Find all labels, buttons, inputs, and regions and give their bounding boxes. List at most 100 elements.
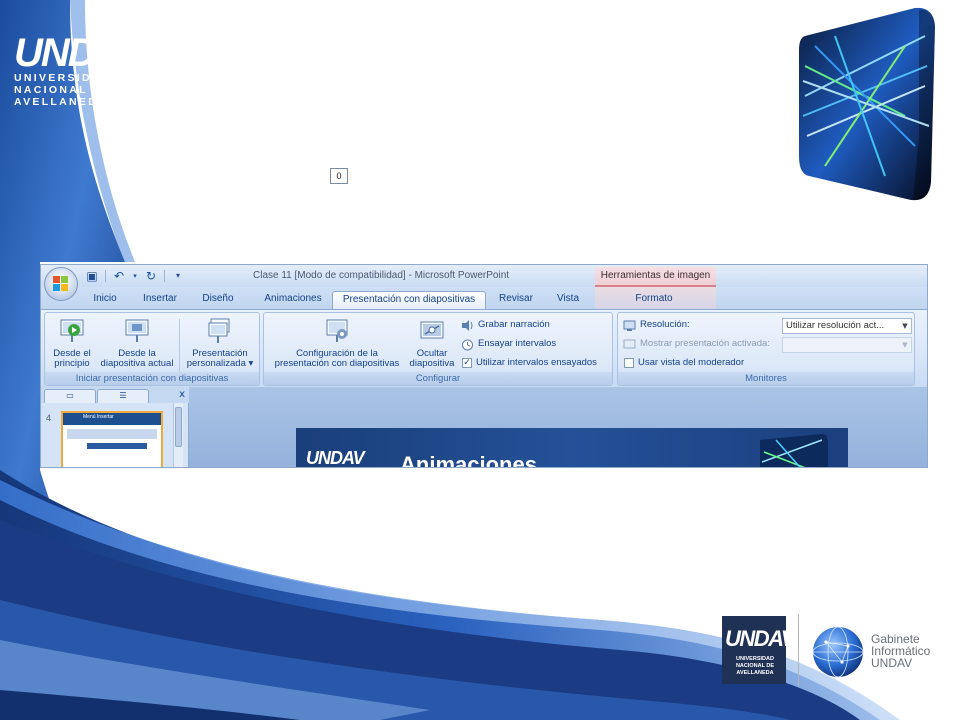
tab-insertar[interactable]: Insertar <box>135 291 185 309</box>
office-logo-icon <box>53 276 69 292</box>
resolucion-value: Utilizar resolución act... <box>786 320 885 331</box>
configuracion-line2: presentación con diapositivas <box>274 358 400 369</box>
utilizar-intervalos-check[interactable]: ✓ <box>462 358 472 368</box>
ocultar-line2: diapositiva <box>409 358 455 369</box>
resolucion-select[interactable]: Utilizar resolución act... ▼ <box>782 318 912 334</box>
qat-separator <box>164 270 165 282</box>
workspace: ▭ ☰ x 4 Menú Insertar UNDAV Animaciones <box>41 387 927 468</box>
utilizar-intervalos-checkbox[interactable]: ✓ Utilizar intervalos ensayados <box>462 355 597 371</box>
ensayar-intervalos-label: Ensayar intervalos <box>478 338 557 349</box>
mostrar-presentacion-select[interactable]: ▼ <box>782 337 912 353</box>
slide-thumbnail[interactable]: Menú Insertar <box>61 411 163 467</box>
mostrar-presentacion-label: Mostrar presentación activada: <box>640 338 770 349</box>
tab-diseno[interactable]: Diseño <box>195 291 241 309</box>
slideshow-start-icon <box>58 317 86 345</box>
qat-separator <box>105 270 106 282</box>
tab-formato[interactable]: Formato <box>623 291 685 309</box>
logo-divider <box>798 614 799 686</box>
ocultar-diapositiva-button[interactable]: Ocultar diapositiva <box>406 317 458 369</box>
quick-access-toolbar: ▣ ↶ ▾ ↻ ▾ <box>85 268 185 284</box>
tab-animaciones[interactable]: Animaciones <box>251 291 335 309</box>
redo-icon[interactable]: ↻ <box>144 269 158 283</box>
logo-line-3: AVELLANEDA <box>14 96 108 108</box>
slide-animation-badge: 0 <box>330 168 348 184</box>
scrollbar-thumb[interactable] <box>175 407 182 447</box>
globe-icon <box>812 626 864 678</box>
office-button[interactable] <box>44 267 78 301</box>
logo-line-2: NACIONAL DE <box>14 84 113 96</box>
undav-logo-top: UNDAV UNIVERSIDAD NACIONAL DE AVELLANEDA <box>14 31 145 108</box>
presentacion-personalizada-button[interactable]: Presentación personalizada ▾ <box>183 317 257 369</box>
contextual-tab-header: Herramientas de imagen <box>595 267 716 287</box>
panel-scrollbar[interactable] <box>173 403 183 467</box>
ribbon-tab-bar: Inicio Insertar Diseño Animaciones Prese… <box>41 287 927 309</box>
undav-subtitle-bottom: UNIVERSIDAD NACIONAL DE AVELLANEDA <box>735 656 775 676</box>
hide-slide-icon <box>418 317 446 345</box>
usar-vista-moderador-checkbox[interactable]: Usar vista del moderador <box>624 355 744 371</box>
group-iniciar-presentacion: Desde el principio Desde la diapositiva … <box>44 312 260 386</box>
chevron-down-icon: ▼ <box>902 322 908 330</box>
thumbnail-header: Menú Insertar <box>63 413 161 425</box>
thumbnail-title: Menú Insertar <box>83 414 114 420</box>
configuracion-presentacion-button[interactable]: Configuración de la presentación con dia… <box>268 317 406 369</box>
group-label-monitores: Monitores <box>618 372 914 385</box>
slide-canvas[interactable]: UNDAV Animaciones <box>296 428 848 468</box>
tab-inicio[interactable]: Inicio <box>85 291 125 309</box>
thumbnail-ribbon-image <box>67 429 157 439</box>
group-label-configurar: Configurar <box>264 372 612 385</box>
thumbnail-bar <box>87 443 147 449</box>
undav-wordmark-bottom: UNDAV <box>725 626 796 651</box>
resolucion-label-row: Resolución: <box>623 317 690 333</box>
ensayar-intervalos-button[interactable]: Ensayar intervalos <box>461 336 556 352</box>
undav-logo-bottom: UNDAV UNIVERSIDAD NACIONAL DE AVELLANEDA <box>722 616 796 684</box>
tab-revisar[interactable]: Revisar <box>493 291 539 309</box>
gabinete-informatico-text: Gabinete Informático UNDAV <box>871 633 930 669</box>
resolucion-label: Resolución: <box>640 319 690 330</box>
group-monitores: Resolución: Utilizar resolución act... ▼… <box>617 312 915 386</box>
save-icon[interactable]: ▣ <box>85 269 99 283</box>
window-title: Clase 11 [Modo de compatibilidad] - Micr… <box>253 270 510 281</box>
title-bar: ▣ ↶ ▾ ↻ ▾ Clase 11 [Modo de compatibilid… <box>41 265 927 287</box>
setup-slideshow-icon <box>323 317 351 345</box>
chevron-down-icon: ▼ <box>902 341 908 349</box>
gabinete-line-3: UNDAV <box>871 656 913 670</box>
utilizar-intervalos-label: Utilizar intervalos ensayados <box>476 357 597 368</box>
monitor-icon <box>623 319 636 332</box>
custom-slideshow-icon <box>206 317 234 345</box>
presentacion-personalizada-line2: personalizada ▾ <box>186 358 254 369</box>
group-label-iniciar: Iniciar presentación con diapositivas <box>45 372 259 385</box>
canvas-cube-graphic <box>760 434 828 467</box>
slideshow-current-icon <box>123 317 151 345</box>
group-configurar: Configuración de la presentación con dia… <box>263 312 613 386</box>
slides-tab[interactable]: ▭ <box>44 389 96 403</box>
rehearse-timings-icon <box>461 338 474 351</box>
tab-vista[interactable]: Vista <box>547 291 589 309</box>
grabar-narracion-label: Grabar narración <box>478 319 550 330</box>
undo-dropdown-icon[interactable]: ▾ <box>132 269 138 283</box>
record-narration-icon <box>461 319 474 332</box>
desde-principio-line2: principio <box>54 358 90 369</box>
powerpoint-screenshot: ▣ ↶ ▾ ↻ ▾ Clase 11 [Modo de compatibilid… <box>40 264 928 468</box>
undo-icon[interactable]: ↶ <box>112 269 126 283</box>
light-cube-graphic <box>799 7 935 201</box>
logo-line-1: UNIVERSIDAD <box>14 72 112 84</box>
outline-tab[interactable]: ☰ <box>97 389 149 403</box>
slides-panel: ▭ ☰ x 4 Menú Insertar <box>41 387 189 467</box>
grabar-narracion-button[interactable]: Grabar narración <box>461 317 550 333</box>
tab-presentacion[interactable]: Presentación con diapositivas <box>332 291 486 309</box>
slide-number: 4 <box>46 413 52 423</box>
desde-diapositiva-actual-button[interactable]: Desde la diapositiva actual <box>99 317 175 369</box>
mostrar-presentacion-label-row: Mostrar presentación activada: <box>623 336 770 352</box>
canvas-undav-logo: UNDAV <box>306 448 365 468</box>
usar-vista-moderador-label: Usar vista del moderador <box>638 357 745 368</box>
desde-principio-button[interactable]: Desde el principio <box>47 317 97 369</box>
usar-vista-moderador-check[interactable] <box>624 358 634 368</box>
close-panel-icon[interactable]: x <box>179 389 185 400</box>
group-separator <box>179 319 180 373</box>
desde-diapositiva-line2: diapositiva actual <box>100 358 174 369</box>
canvas-slide-title: Animaciones <box>400 452 537 468</box>
show-on-monitor-icon <box>623 338 636 351</box>
undav-wordmark: UNDAV <box>14 31 145 75</box>
ribbon: Desde el principio Desde la diapositiva … <box>41 309 927 387</box>
customize-qat-icon[interactable]: ▾ <box>171 269 185 283</box>
